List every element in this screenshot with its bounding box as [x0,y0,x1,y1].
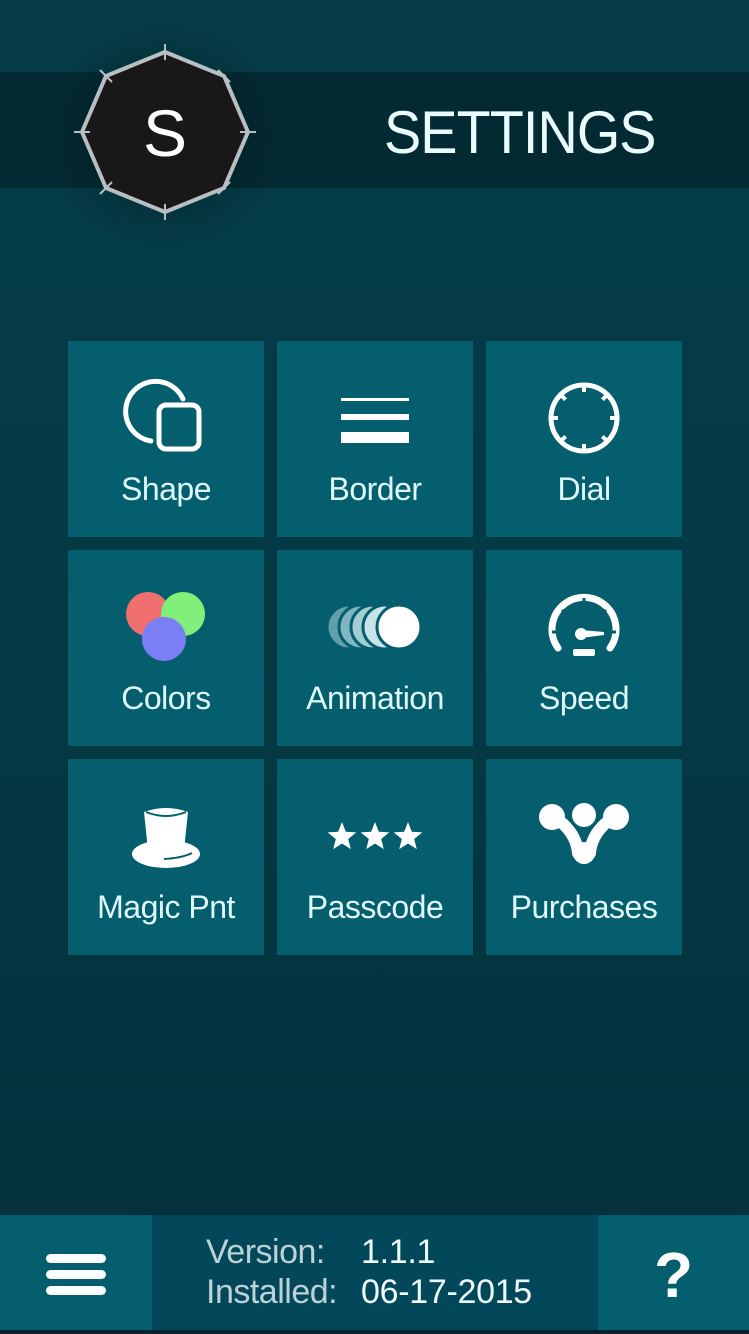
animation-icon [277,584,473,670]
tile-label: Purchases [510,889,658,925]
tile-magic-pnt[interactable]: Magic Pnt [68,759,264,955]
tile-purchases[interactable]: Purchases [486,759,682,955]
purchases-icon [486,793,682,879]
border-icon [277,375,473,461]
dial-icon [486,375,682,461]
logo-letter: S [142,95,188,170]
tile-border[interactable]: Border [277,341,473,537]
help-button[interactable]: ? [598,1215,749,1334]
tile-label: Dial [557,471,611,507]
dial-tick [600,434,609,443]
bottom-edge [0,1330,749,1334]
blue-swatch [142,617,186,661]
star-icon [327,822,357,850]
installed-label: Installed: [206,1273,338,1311]
stars-icon [277,793,473,879]
dial-tick [559,393,568,402]
tile-dial[interactable]: Dial [486,341,682,537]
version-info: Version: 1.1.1 Installed: 06-17-2015 [206,1232,532,1312]
colors-icon [68,584,264,670]
tile-label: Border [328,471,422,507]
page-title: SETTINGS [384,99,657,166]
tile-label: Colors [121,680,211,716]
installed-row: Installed: 06-17-2015 [206,1272,532,1312]
installed-value: 06-17-2015 [361,1273,532,1311]
settings-grid: Shape Border Dial Colors Animation Speed… [68,341,682,955]
dial-tick [600,393,609,402]
tile-colors[interactable]: Colors [68,550,264,746]
menu-button[interactable] [0,1215,152,1334]
version-value: 1.1.1 [361,1233,436,1271]
tile-label: Speed [538,680,630,716]
top-hat-icon [68,793,264,879]
app-logo: S [70,40,260,225]
tile-animation[interactable]: Animation [277,550,473,746]
tile-passcode[interactable]: Passcode [277,759,473,955]
tile-label: Shape [120,471,212,507]
shape-icon [68,375,264,461]
tile-label: Passcode [306,889,444,925]
version-row: Version: 1.1.1 [206,1232,532,1272]
speedometer-icon [486,584,682,670]
star-icon [393,822,423,850]
star-icon [360,822,390,850]
tile-label: Animation [306,680,444,716]
question-mark-icon: ? [653,1238,694,1311]
version-label: Version: [206,1233,325,1271]
dial-tick [559,434,568,443]
hamburger-menu-icon [46,1253,106,1295]
tile-shape[interactable]: Shape [68,341,264,537]
tile-label: Magic Pnt [97,889,235,925]
tile-speed[interactable]: Speed [486,550,682,746]
